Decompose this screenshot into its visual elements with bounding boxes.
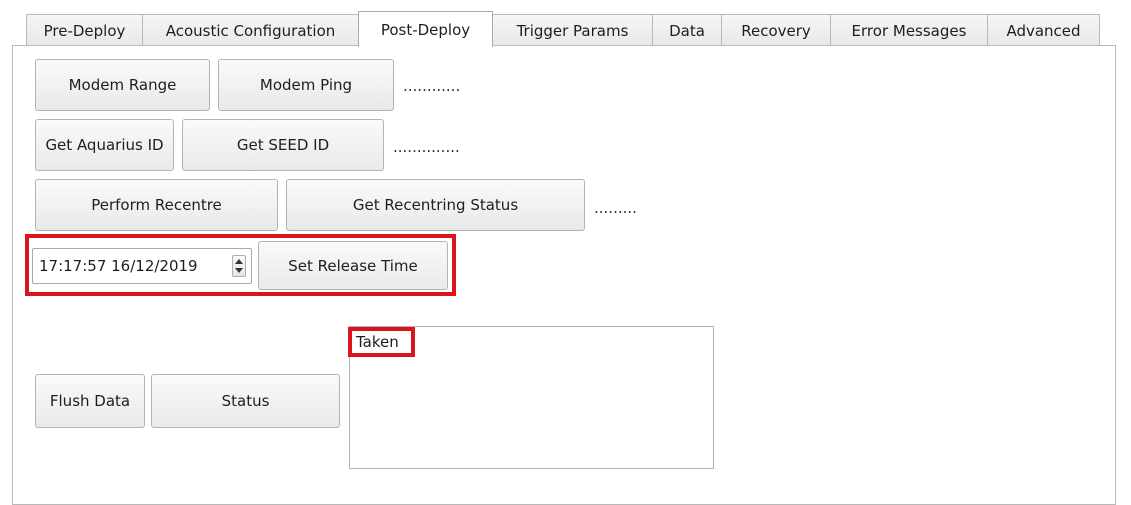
tab-data[interactable]: Data (652, 14, 722, 46)
flush-data-button[interactable]: Flush Data (35, 374, 145, 428)
status-output-highlight (348, 327, 415, 357)
get-recentring-status-button[interactable]: Get Recentring Status (286, 179, 585, 231)
tab-post-deploy[interactable]: Post-Deploy (358, 11, 493, 47)
tab-recovery[interactable]: Recovery (721, 14, 831, 46)
get-seed-id-button[interactable]: Get SEED ID (182, 119, 384, 171)
modem-result-text: ............ (403, 77, 461, 95)
get-aquarius-id-button[interactable]: Get Aquarius ID (35, 119, 174, 171)
recentre-result-text: ......... (594, 199, 637, 217)
id-result-text: .............. (393, 138, 460, 156)
status-button[interactable]: Status (151, 374, 340, 428)
tab-error-messages[interactable]: Error Messages (830, 14, 988, 46)
tab-pre-deploy[interactable]: Pre-Deploy (26, 14, 143, 46)
tab-advanced[interactable]: Advanced (987, 14, 1100, 46)
perform-recentre-button[interactable]: Perform Recentre (35, 179, 278, 231)
modem-ping-button[interactable]: Modem Ping (218, 59, 394, 111)
release-time-highlight (25, 234, 456, 296)
tab-acoustic-configuration[interactable]: Acoustic Configuration (142, 14, 359, 46)
tab-bar: Pre-Deploy Acoustic Configuration Post-D… (26, 11, 1100, 47)
tab-trigger-params[interactable]: Trigger Params (492, 14, 653, 46)
modem-range-button[interactable]: Modem Range (35, 59, 210, 111)
